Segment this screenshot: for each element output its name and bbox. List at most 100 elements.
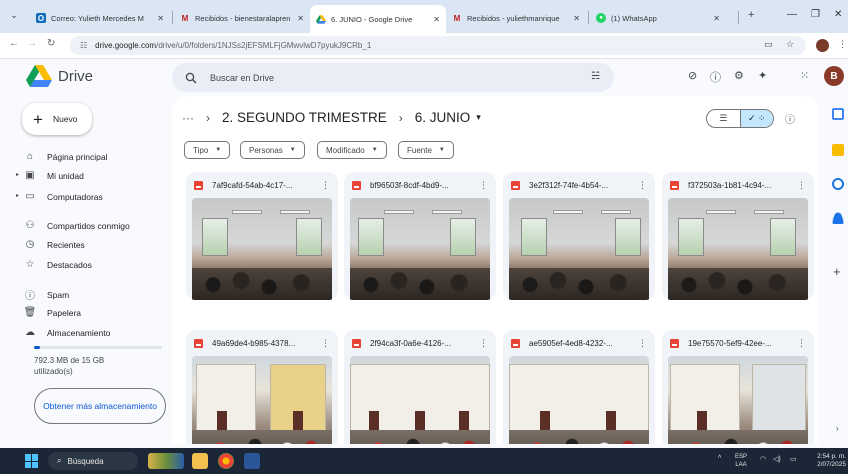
windows-start-icon[interactable] bbox=[25, 454, 39, 468]
tab-gmail-bienestar[interactable]: M Recibidos - bienestaralapren ✕ bbox=[174, 6, 310, 30]
file-card[interactable]: ae5905ef-4ed8-4232-... ⋮ bbox=[503, 330, 655, 444]
tab-search-chevron-icon[interactable]: ⌄ bbox=[6, 10, 22, 24]
file-card[interactable]: 19e75570-5ef9-42ee-... ⋮ bbox=[662, 330, 814, 444]
settings-gear-icon[interactable]: ⚙ bbox=[734, 69, 744, 82]
new-button[interactable]: + Nuevo bbox=[22, 103, 92, 135]
cast-icon[interactable]: ▭ bbox=[764, 39, 773, 50]
image-file-icon bbox=[670, 338, 679, 348]
clock[interactable]: 2:54 p. m. 2/07/2025 bbox=[808, 453, 846, 469]
back-icon[interactable]: ← bbox=[9, 38, 19, 49]
tab-outlook[interactable]: O Correo: Yulieth Mercedes M ✕ bbox=[30, 6, 170, 30]
file-card[interactable]: 49a69de4-b985-4378... ⋮ bbox=[186, 330, 338, 444]
breadcrumb-current-folder[interactable]: 6. JUNIO bbox=[415, 110, 471, 125]
tray-overflow-icon[interactable]: ^ bbox=[718, 455, 721, 462]
folder-menu-chevron-icon[interactable]: ▾ bbox=[476, 112, 481, 123]
apps-grid-icon[interactable]: ⁙ bbox=[800, 69, 809, 82]
close-tab-icon[interactable]: ✕ bbox=[713, 14, 720, 23]
gemini-spark-icon[interactable]: ✦ bbox=[758, 69, 767, 82]
close-tab-icon[interactable]: ✕ bbox=[297, 14, 304, 23]
search-input[interactable]: Buscar en Drive bbox=[210, 73, 274, 83]
widgets-weather-icon[interactable] bbox=[148, 453, 184, 469]
grid-view-icon[interactable]: ✓ ⁘ bbox=[739, 110, 773, 127]
sidebar-item-spam[interactable]: ⓘ Spam bbox=[24, 287, 69, 303]
search-options-icon[interactable]: ☵ bbox=[591, 71, 600, 82]
keep-icon[interactable] bbox=[832, 144, 844, 156]
offline-status-icon[interactable]: ⊘ bbox=[688, 69, 697, 82]
file-explorer-icon[interactable] bbox=[192, 453, 208, 469]
more-actions-icon[interactable]: ⋮ bbox=[321, 180, 330, 191]
image-file-icon bbox=[194, 180, 203, 190]
drive-logo-icon[interactable] bbox=[26, 65, 52, 87]
more-actions-icon[interactable]: ⋮ bbox=[797, 338, 806, 349]
browser-tab-strip: ⌄ O Correo: Yulieth Mercedes M ✕ M Recib… bbox=[0, 0, 848, 33]
contacts-icon[interactable] bbox=[832, 212, 844, 224]
battery-icon[interactable]: ▭ bbox=[790, 455, 797, 463]
more-actions-icon[interactable]: ⋮ bbox=[797, 180, 806, 191]
file-card[interactable]: 7af9cafd-54ab-4c17-...⋮ Photo 2025/06 · … bbox=[186, 172, 338, 300]
reload-icon[interactable]: ↻ bbox=[47, 38, 55, 49]
tasks-icon[interactable] bbox=[832, 178, 844, 190]
url-field[interactable]: ☷ drive.google.com/drive/u/0/folders/1NJ… bbox=[70, 36, 806, 55]
browser-menu-icon[interactable]: ⋮ bbox=[838, 39, 847, 50]
browser-profile-avatar[interactable] bbox=[816, 39, 829, 52]
more-actions-icon[interactable]: ⋮ bbox=[638, 180, 647, 191]
filter-chip-modified[interactable]: Modificado ▼ bbox=[317, 141, 387, 159]
account-avatar[interactable]: B bbox=[824, 66, 844, 86]
add-addon-icon[interactable]: + bbox=[833, 264, 841, 279]
help-icon[interactable]: ⓘ bbox=[710, 69, 721, 85]
sidebar-item-storage[interactable]: ☁ Almacenamiento bbox=[24, 325, 110, 340]
tab-whatsapp[interactable]: ● (1) WhatsApp ✕ bbox=[590, 6, 726, 30]
file-card[interactable]: 2f94ca3f-0a6e-4126-... ⋮ bbox=[344, 330, 496, 444]
list-view-icon[interactable]: ☰ bbox=[707, 110, 740, 127]
taskbar-search[interactable]: ⌕ Búsqueda bbox=[48, 452, 138, 470]
site-info-icon[interactable]: ☷ bbox=[80, 41, 87, 50]
hide-side-panel-icon[interactable]: › bbox=[836, 424, 839, 433]
close-tab-icon[interactable]: ✕ bbox=[433, 15, 440, 24]
forward-icon[interactable]: → bbox=[27, 38, 37, 49]
sidebar-item-computers[interactable]: ▭ Computadoras bbox=[24, 189, 103, 204]
image-thumbnail: Photo 2025/06 · COT bbox=[509, 198, 649, 300]
expand-caret-icon[interactable]: ▸ bbox=[16, 171, 19, 178]
more-actions-icon[interactable]: ⋮ bbox=[479, 338, 488, 349]
more-actions-icon[interactable]: ⋮ bbox=[321, 338, 330, 349]
file-card[interactable]: 3e2f312f-74fe-4b54-...⋮ Photo 2025/06 · … bbox=[503, 172, 655, 300]
bookmark-star-icon[interactable]: ☆ bbox=[786, 39, 794, 50]
sidebar-item-shared[interactable]: ⚇ Compartidos conmigo bbox=[24, 218, 130, 233]
wifi-icon[interactable]: ◠ bbox=[760, 455, 766, 463]
main-content: ··· › 2. SEGUNDO TRIMESTRE › 6. JUNIO ▾ … bbox=[172, 96, 818, 444]
expand-caret-icon[interactable]: ▸ bbox=[16, 192, 19, 199]
word-icon[interactable] bbox=[244, 453, 260, 469]
tab-google-drive[interactable]: 6. JUNIO - Google Drive ✕ bbox=[310, 5, 446, 33]
filter-chip-people[interactable]: Personas ▼ bbox=[240, 141, 305, 159]
close-tab-icon[interactable]: ✕ bbox=[157, 14, 164, 23]
sidebar-item-my-drive[interactable]: ▣ Mi unidad bbox=[24, 168, 84, 183]
filter-chip-source[interactable]: Fuente ▼ bbox=[398, 141, 454, 159]
calendar-icon[interactable] bbox=[832, 108, 844, 120]
more-actions-icon[interactable]: ⋮ bbox=[479, 180, 488, 191]
search-icon[interactable] bbox=[185, 72, 197, 84]
more-breadcrumbs-icon[interactable]: ··· bbox=[182, 111, 194, 125]
chrome-icon[interactable] bbox=[218, 453, 234, 469]
tab-gmail-yulieth[interactable]: M Recibidos - yuliethmanrique ✕ bbox=[446, 6, 586, 30]
file-card[interactable]: bf96503f-8cdf-4bd9-...⋮ Photo 2025/06 · … bbox=[344, 172, 496, 300]
minimize-icon[interactable]: — bbox=[787, 9, 797, 20]
volume-icon[interactable]: ◁) bbox=[773, 455, 781, 463]
close-tab-icon[interactable]: ✕ bbox=[573, 14, 580, 23]
sidebar-item-recent[interactable]: ◷ Recientes bbox=[24, 237, 85, 252]
keyboard-language[interactable]: ESP LAA bbox=[735, 453, 747, 469]
restore-icon[interactable]: ❐ bbox=[811, 9, 820, 20]
sidebar-item-trash[interactable]: 🗑 Papelera bbox=[24, 305, 81, 320]
file-card[interactable]: f372503a-1b81-4c94-...⋮ Photo 2025/06 · … bbox=[662, 172, 814, 300]
breadcrumb-parent-folder[interactable]: 2. SEGUNDO TRIMESTRE bbox=[222, 110, 387, 125]
filter-chip-type[interactable]: Tipo ▼ bbox=[184, 141, 231, 159]
search-bar[interactable]: Buscar en Drive ☵ bbox=[172, 63, 614, 92]
sidebar-item-home[interactable]: ⌂ Página principal bbox=[24, 149, 108, 164]
get-more-storage-button[interactable]: Obtener más almacenamiento bbox=[34, 388, 166, 424]
image-file-icon bbox=[352, 180, 361, 190]
details-info-icon[interactable]: ⓘ bbox=[785, 111, 795, 126]
sidebar-item-starred[interactable]: ☆ Destacados bbox=[24, 257, 92, 272]
app-name[interactable]: Drive bbox=[58, 68, 93, 85]
new-tab-icon[interactable]: + bbox=[748, 9, 754, 21]
more-actions-icon[interactable]: ⋮ bbox=[638, 338, 647, 349]
close-window-icon[interactable]: ✕ bbox=[834, 9, 842, 20]
